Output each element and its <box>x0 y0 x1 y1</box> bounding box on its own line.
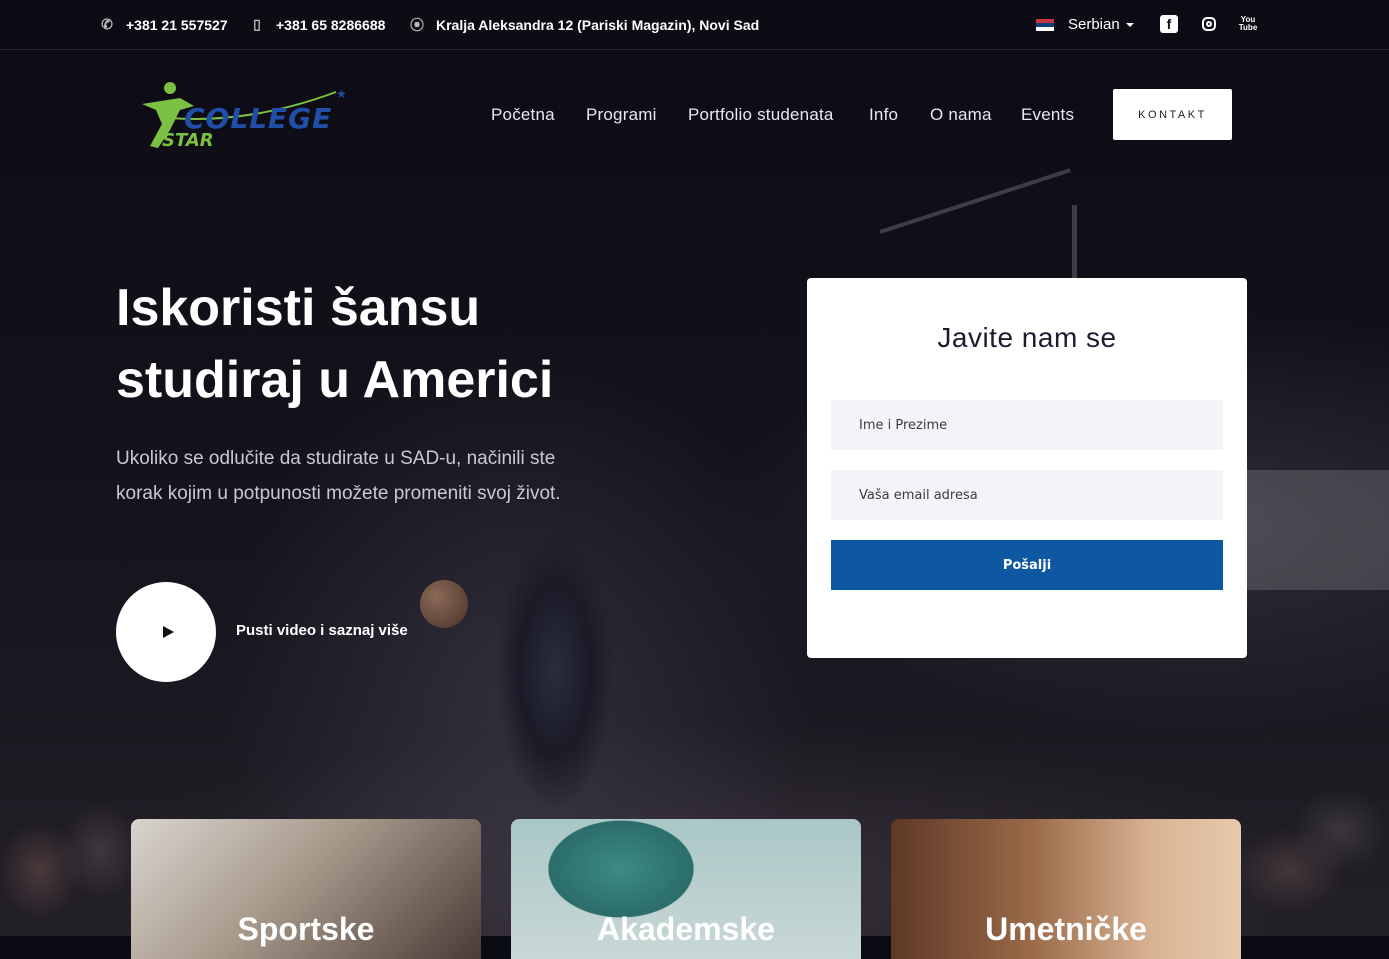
hero-title-line-1: Iskoristi šansu <box>116 279 481 337</box>
nav-portfolio[interactable]: Portfolio studenata <box>688 105 834 125</box>
address-text: Kralja Aleksandra 12 (Pariski Magazin), … <box>436 16 760 33</box>
language-selector[interactable]: Serbian <box>1036 0 1134 49</box>
program-card-label: Akademske <box>597 911 775 947</box>
chevron-down-icon <box>1125 22 1134 27</box>
kontakt-button[interactable]: KONTAKT <box>1113 89 1232 140</box>
hero-lead: Ukoliko se odlučite da studirate u SAD-u… <box>116 448 561 504</box>
contact-form-card: Javite nam se Pošalji <box>807 278 1247 658</box>
instagram-icon[interactable] <box>1200 15 1218 33</box>
play-icon <box>162 626 174 638</box>
program-card-umetnicke[interactable]: Umetničke <box>891 819 1241 959</box>
email-input[interactable] <box>831 470 1223 520</box>
logo-text-star: STAR <box>162 130 214 150</box>
phone-2-text: +381 65 8286688 <box>276 16 386 33</box>
name-input[interactable] <box>831 400 1223 450</box>
program-card-akademske[interactable]: Akademske <box>511 819 861 959</box>
nav-info[interactable]: Info <box>869 105 898 125</box>
phone-1-text: +381 21 557527 <box>126 16 228 33</box>
hoop-backboard <box>1245 470 1389 590</box>
serbian-flag-icon <box>1036 18 1054 31</box>
basketball <box>420 580 468 628</box>
top-bar: ✆ +381 21 557527 ▯ +381 65 8286688 ⦿ Kra… <box>0 0 1389 50</box>
program-card-label: Umetničke <box>985 911 1147 947</box>
svg-text:★: ★ <box>336 87 345 101</box>
nav-pocetna[interactable]: Početna <box>491 105 555 125</box>
program-card-label: Sportske <box>237 911 375 947</box>
facebook-icon[interactable]: f <box>1160 15 1178 33</box>
language-label: Serbian <box>1068 16 1120 33</box>
play-video-label[interactable]: Pusti video i saznaj više <box>236 622 408 639</box>
play-video-button[interactable] <box>116 582 216 682</box>
youtube-icon[interactable]: You Tube <box>1239 15 1258 33</box>
location-icon: ⦿ <box>410 16 424 33</box>
phone-2[interactable]: ▯ +381 65 8286688 <box>250 0 385 49</box>
mobile-icon: ▯ <box>253 16 261 32</box>
phone-icon: ✆ <box>101 16 113 32</box>
hero-title: Iskoristi šansu studiraj u Americi <box>116 272 676 416</box>
submit-button[interactable]: Pošalji <box>831 540 1223 590</box>
address: ⦿ Kralja Aleksandra 12 (Pariski Magazin)… <box>410 0 759 49</box>
contact-form-title: Javite nam se <box>937 322 1117 353</box>
nav-programi[interactable]: Programi <box>586 105 657 125</box>
nav-events[interactable]: Events <box>1021 105 1074 125</box>
nav-o-nama[interactable]: O nama <box>930 105 992 125</box>
college-star-logo[interactable]: ★ COLLEGE STAR <box>140 80 347 151</box>
program-card-sportske[interactable]: Sportske <box>131 819 481 959</box>
phone-1[interactable]: ✆ +381 21 557527 <box>100 0 228 49</box>
hero-title-line-2: studiraj u Americi <box>116 351 554 409</box>
